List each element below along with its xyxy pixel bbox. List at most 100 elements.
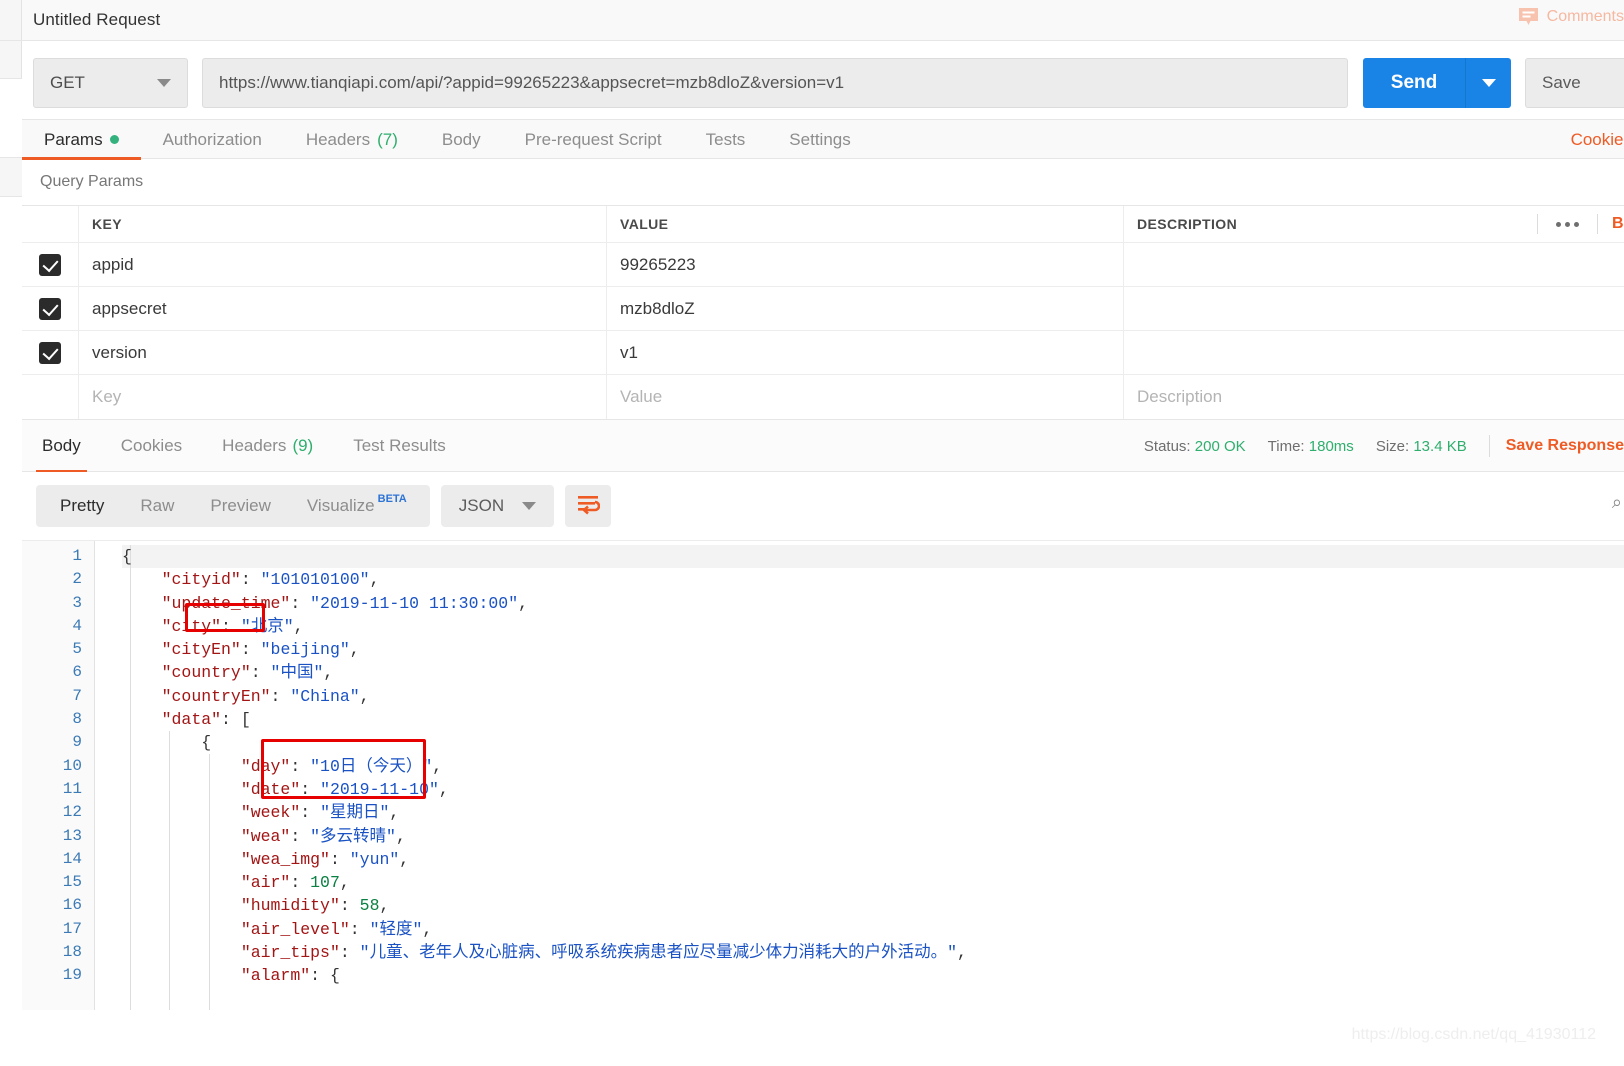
row-value[interactable]: mzb8dloZ xyxy=(607,287,1124,330)
new-description-input[interactable]: Description xyxy=(1124,375,1624,419)
http-method-select[interactable]: GET xyxy=(33,58,188,108)
code-token: "date" xyxy=(240,779,301,799)
code-token: "cityid" xyxy=(161,570,241,590)
tab-body[interactable]: Body xyxy=(420,120,503,159)
send-options-button[interactable] xyxy=(1466,58,1511,108)
response-tab-test-results[interactable]: Test Results xyxy=(333,420,466,472)
strip-segment-params xyxy=(0,158,22,197)
table-row[interactable]: appsecret mzb8dloZ xyxy=(22,287,1624,331)
response-tab-test-results-label: Test Results xyxy=(353,436,446,455)
save-response-button[interactable]: Save Response xyxy=(1488,435,1624,457)
code-text: "day": "10日（今天）", xyxy=(122,755,442,778)
row-value[interactable]: v1 xyxy=(607,331,1124,374)
code-token: "air_level" xyxy=(240,919,350,939)
view-mode-visualize[interactable]: Visualize BETA xyxy=(289,485,424,527)
line-number: 12 xyxy=(62,803,82,822)
code-text: "humidity": 58, xyxy=(122,894,390,917)
row-key[interactable]: appid xyxy=(79,243,607,286)
tab-settings[interactable]: Settings xyxy=(767,120,872,159)
response-tab-body[interactable]: Body xyxy=(22,420,101,473)
bulk-edit-button[interactable]: B xyxy=(1597,214,1624,234)
row-key[interactable]: appsecret xyxy=(79,287,607,330)
new-key-input[interactable]: Key xyxy=(79,375,607,419)
row-checkbox-cell[interactable] xyxy=(22,375,79,419)
table-row[interactable]: appid 99265223 xyxy=(22,243,1624,287)
request-tabs-bar: Params Authorization Headers (7) Body Pr… xyxy=(22,120,1624,160)
url-input[interactable]: https://www.tianqiapi.com/api/?appid=992… xyxy=(202,58,1348,108)
row-description[interactable] xyxy=(1124,287,1624,330)
row-checkbox-cell[interactable] xyxy=(22,287,79,330)
checkbox-checked-icon[interactable] xyxy=(39,253,61,276)
code-token: "day" xyxy=(240,756,291,776)
tab-authorization[interactable]: Authorization xyxy=(141,120,284,159)
send-button-group[interactable]: Send xyxy=(1363,58,1511,108)
code-token: , xyxy=(399,849,410,869)
new-value-input[interactable]: Value xyxy=(607,375,1124,419)
view-mode-preview[interactable]: Preview xyxy=(192,485,288,527)
row-checkbox-cell[interactable] xyxy=(22,243,79,286)
row-description[interactable] xyxy=(1124,243,1624,286)
tab-pre-request-script[interactable]: Pre-request Script xyxy=(503,120,684,159)
response-body-viewer[interactable]: 1{2 "cityid": "101010100", 3 "update_time… xyxy=(22,540,1624,1010)
ellipsis-icon[interactable] xyxy=(1537,214,1597,234)
code-token: : xyxy=(290,593,311,613)
tab-pre-request-script-label: Pre-request Script xyxy=(524,129,662,149)
code-line: 11 "date": "2019-11-10", xyxy=(22,778,1624,801)
cookies-link[interactable]: Cookies xyxy=(1571,130,1624,150)
tab-headers[interactable]: Headers (7) xyxy=(284,120,420,159)
row-description[interactable] xyxy=(1124,331,1624,374)
code-token: , xyxy=(438,779,449,799)
line-number: 19 xyxy=(62,966,82,985)
line-number: 3 xyxy=(72,593,82,612)
response-tab-headers[interactable]: Headers (9) xyxy=(202,420,333,472)
row-key[interactable]: version xyxy=(79,331,607,374)
code-token: : { xyxy=(310,966,340,986)
code-token: , xyxy=(359,686,370,706)
column-header-key: KEY xyxy=(79,206,607,242)
code-token: , xyxy=(422,919,433,939)
code-token: : xyxy=(290,873,311,893)
response-tabs-bar: Body Cookies Headers (9) Test Results St… xyxy=(22,420,1624,473)
code-token: "星期日" xyxy=(320,803,390,823)
code-token: , xyxy=(389,803,400,823)
table-row-empty[interactable]: Key Value Description xyxy=(22,375,1624,419)
row-value[interactable]: 99265223 xyxy=(607,243,1124,286)
code-token: , xyxy=(293,616,304,636)
code-text: "countryEn": "China", xyxy=(122,685,370,708)
row-checkbox-cell[interactable] xyxy=(22,331,79,374)
tab-headers-label: Headers xyxy=(305,129,371,149)
code-text: { xyxy=(122,731,211,754)
checkbox-checked-icon[interactable] xyxy=(39,341,61,364)
query-params-heading: Query Params xyxy=(40,173,144,190)
table-row[interactable]: version v1 xyxy=(22,331,1624,375)
code-token: "中国" xyxy=(270,663,324,683)
code-line: 19 "alarm": { xyxy=(22,964,1624,987)
comments-button[interactable]: Comments xyxy=(1518,7,1624,26)
line-number: 8 xyxy=(72,710,82,729)
response-tab-cookies[interactable]: Cookies xyxy=(101,420,202,472)
code-text: "wea_img": "yun", xyxy=(122,848,409,871)
code-token: : xyxy=(221,616,241,636)
code-line: 2 "cityid": "101010100", xyxy=(22,568,1624,591)
line-number: 2 xyxy=(72,570,82,589)
response-format-select[interactable]: JSON xyxy=(440,485,555,527)
checkbox-checked-icon[interactable] xyxy=(39,297,61,320)
code-line: 12 "week": "星期日", xyxy=(22,801,1624,824)
chevron-down-icon xyxy=(157,79,171,87)
tab-tests[interactable]: Tests xyxy=(684,120,768,159)
view-mode-pretty[interactable]: Pretty xyxy=(42,485,122,527)
code-text: "cityEn": "beijing", xyxy=(122,638,360,661)
code-token: "air_tips" xyxy=(240,943,340,963)
chevron-down-icon xyxy=(522,502,537,510)
line-number: 10 xyxy=(62,756,82,775)
tab-params[interactable]: Params xyxy=(22,120,141,160)
wrap-text-button[interactable] xyxy=(565,485,612,527)
column-header-description-cell: DESCRIPTION B xyxy=(1124,206,1624,242)
code-token: , xyxy=(379,896,390,916)
tab-body-label: Body xyxy=(441,129,481,149)
view-mode-raw[interactable]: Raw xyxy=(122,485,192,527)
code-token: { xyxy=(122,547,132,566)
send-button[interactable]: Send xyxy=(1363,58,1466,108)
save-button[interactable]: Save xyxy=(1525,58,1624,108)
search-response-icon[interactable]: ⌕ xyxy=(1612,492,1622,513)
